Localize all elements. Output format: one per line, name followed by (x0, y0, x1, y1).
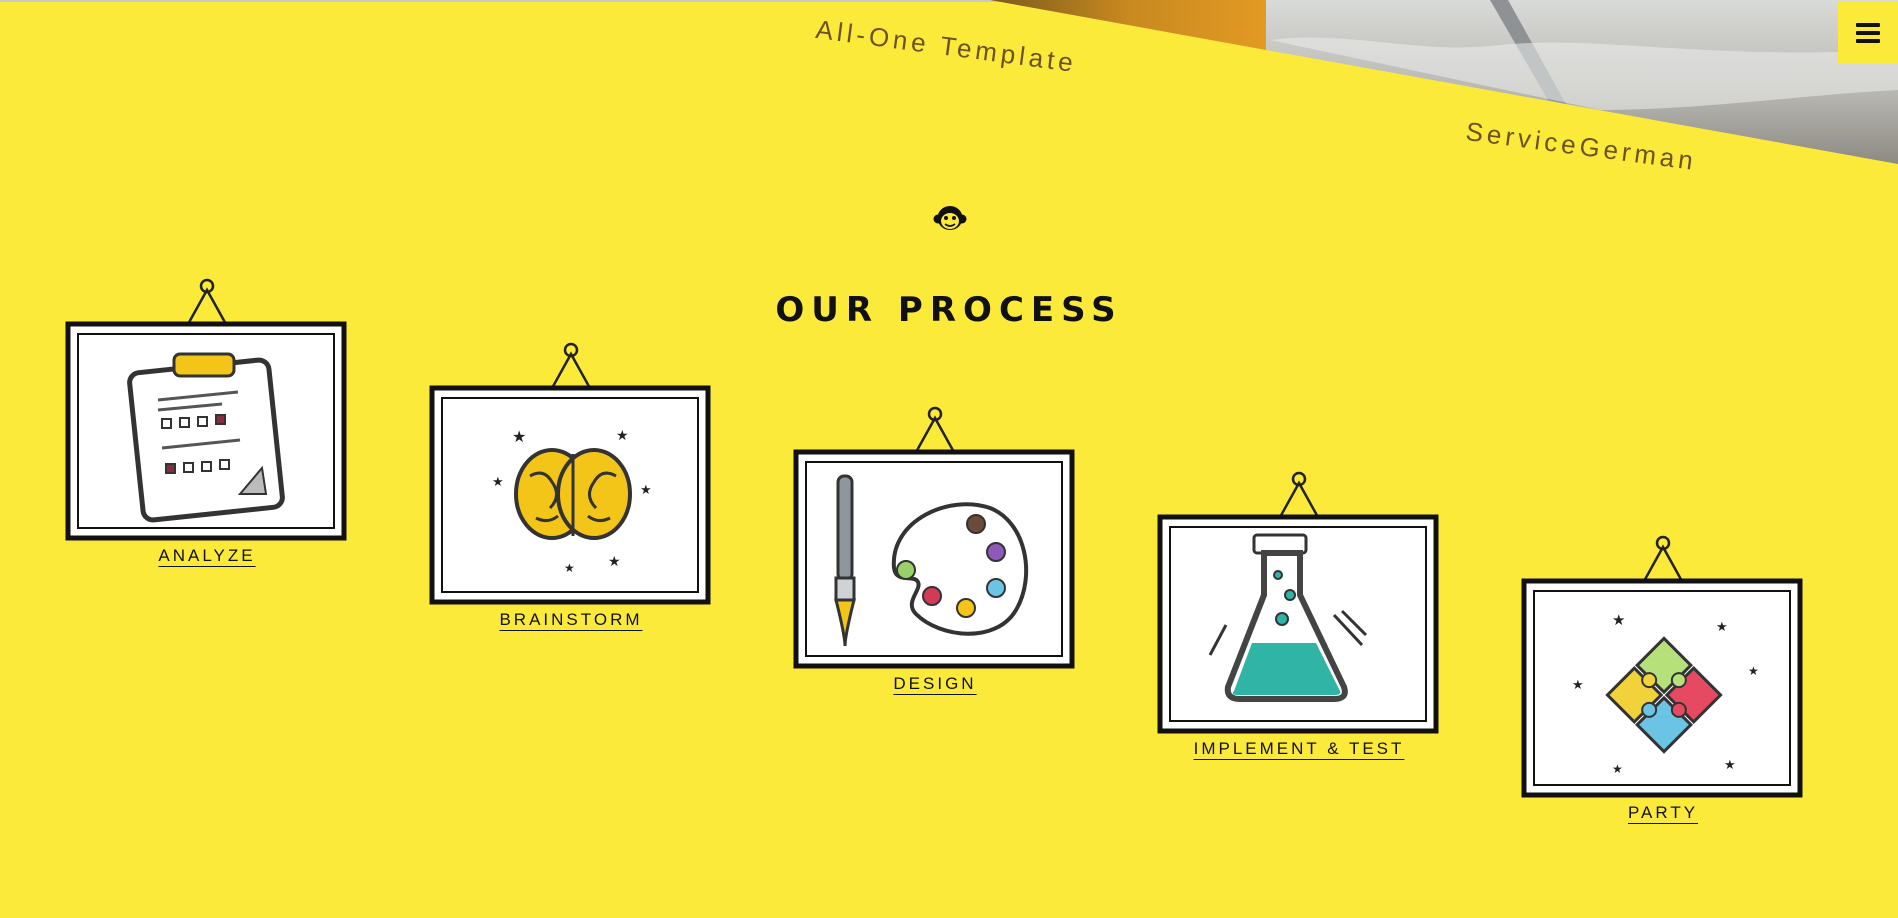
svg-text:★: ★ (608, 553, 621, 569)
step-label-analyze[interactable]: ANALYZE (158, 546, 255, 566)
process-step-brainstorm: ★ ★ ★ ★ ★ ★ BRAINSTORM (426, 336, 716, 630)
picture-frame (65, 278, 347, 541)
hamburger-menu-icon (1856, 19, 1880, 47)
svg-text:★: ★ (1748, 664, 1759, 678)
picture-frame: ★ ★ ★ ★ ★ ★ (1521, 535, 1803, 798)
svg-text:★: ★ (1572, 677, 1584, 692)
svg-text:★: ★ (492, 474, 504, 489)
svg-text:★: ★ (640, 482, 652, 497)
process-step-party: ★ ★ ★ ★ ★ ★ PARTY (1518, 529, 1808, 823)
menu-button[interactable] (1838, 2, 1898, 64)
step-label-brainstorm[interactable]: BRAINSTORM (499, 610, 642, 630)
svg-text:★: ★ (1612, 762, 1623, 776)
svg-text:★: ★ (1724, 757, 1736, 772)
picture-frame: ★ ★ ★ ★ ★ ★ (429, 342, 711, 605)
svg-text:★: ★ (564, 561, 575, 575)
step-label-party[interactable]: PARTY (1628, 803, 1698, 823)
paint-palette-icon (891, 502, 1029, 636)
process-step-implement-test: IMPLEMENT & TEST (1154, 465, 1444, 759)
svg-text:★: ★ (512, 429, 526, 446)
svg-text:★: ★ (1716, 619, 1728, 634)
clipboard-icon (127, 352, 285, 523)
picture-frame (793, 406, 1075, 669)
svg-text:★: ★ (1612, 612, 1625, 629)
step-label-design[interactable]: DESIGN (893, 674, 976, 694)
process-step-analyze: ANALYZE (62, 272, 352, 566)
picture-frame (1157, 471, 1439, 734)
step-label-implement-test[interactable]: IMPLEMENT & TEST (1194, 739, 1405, 759)
svg-text:★: ★ (616, 427, 629, 443)
monkey-face-icon (933, 206, 967, 230)
process-step-design: DESIGN (790, 400, 1080, 694)
